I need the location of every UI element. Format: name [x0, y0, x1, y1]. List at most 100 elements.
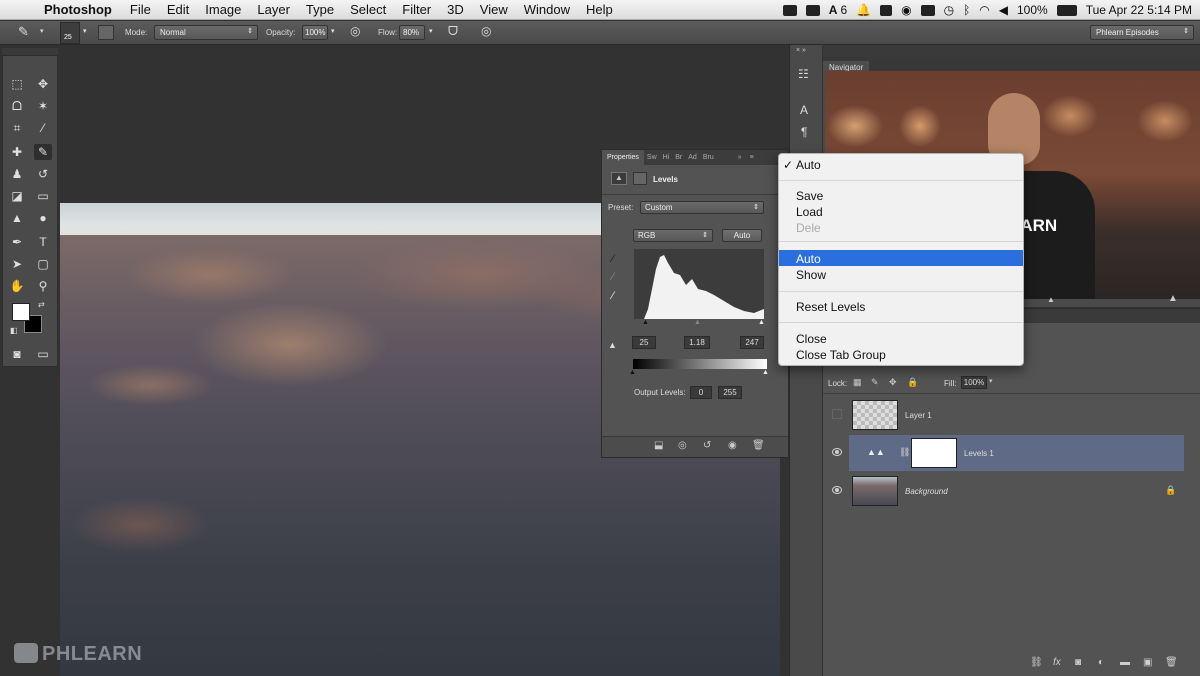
menu-item-save[interactable]: Save [796, 189, 823, 203]
tabs-overflow-icon[interactable]: » [735, 154, 745, 161]
eyedropper-tool-icon[interactable]: ⁄ [34, 120, 52, 136]
fill-slider-arrow-icon[interactable]: ▾ [989, 377, 993, 385]
menu-select[interactable]: Select [342, 2, 394, 17]
fill-input[interactable]: 100% [961, 376, 987, 389]
grid-icon[interactable] [805, 4, 820, 16]
input-white-field[interactable]: 247 [740, 336, 764, 349]
pressure-opacity-icon[interactable]: ◎ [350, 24, 360, 38]
mask-icon[interactable] [633, 172, 647, 185]
swap-colors-icon[interactable]: ⇄ [38, 300, 45, 309]
zoom-tool-icon[interactable]: ⚲ [34, 278, 52, 294]
brush-picker-arrow-icon[interactable]: ▾ [83, 27, 87, 35]
menu-item-reset-levels[interactable]: Reset Levels [796, 300, 865, 314]
character-panel-icon[interactable]: A [800, 103, 808, 117]
preset-select[interactable]: Custom ⇕ [640, 201, 764, 214]
new-layer-icon[interactable]: ▣ [1143, 657, 1152, 668]
visibility-eye-icon[interactable] [832, 448, 842, 456]
link-layers-icon[interactable]: ⛓ [1030, 657, 1043, 668]
stamp-tool-icon[interactable]: ♟ [8, 166, 26, 182]
menu-help[interactable]: Help [578, 2, 621, 17]
tab-histogram[interactable]: Hi [660, 154, 673, 161]
menu-app-photoshop[interactable]: Photoshop [38, 2, 122, 17]
opacity-slider-arrow-icon[interactable]: ▾ [331, 27, 335, 35]
menu-item-auto-2[interactable]: Auto [796, 252, 821, 266]
mode-select[interactable]: Normal ⇕ [154, 25, 258, 40]
tool-preset-arrow-icon[interactable]: ▾ [40, 27, 44, 35]
shape-tool-icon[interactable]: ▢ [34, 256, 52, 272]
menu-edit[interactable]: Edit [159, 2, 197, 17]
workspace-select[interactable]: Phlearn Episodes ⇕ [1090, 25, 1194, 40]
adobe-icon[interactable]: A [829, 3, 838, 17]
marquee-tool-icon[interactable]: ⬚ [8, 76, 26, 92]
lock-position-icon[interactable]: ✥ [889, 377, 897, 388]
gray-point-eyedropper-icon[interactable]: ⁄ [612, 271, 614, 283]
menu-filter[interactable]: Filter [394, 2, 439, 17]
menu-view[interactable]: View [472, 2, 516, 17]
view-previous-icon[interactable]: ◎ [678, 440, 687, 451]
adjustment-layer-icon[interactable]: ◐ [1098, 657, 1104, 668]
airplay-icon[interactable] [920, 4, 935, 16]
tab-brush-presets[interactable]: Bru [700, 154, 717, 161]
pressure-size-icon[interactable]: ◎ [481, 24, 491, 38]
type-tool-icon[interactable]: T [34, 234, 52, 250]
healing-brush-icon[interactable]: ✚ [8, 144, 26, 160]
input-gamma-field[interactable]: 1.18 [684, 336, 710, 349]
brush-tool-icon[interactable]: ✎ [34, 144, 52, 160]
menu-item-close-tab-group[interactable]: Close Tab Group [796, 348, 886, 362]
layer-row-levels-1[interactable]: ▲▲ ⛓ Levels 1 [832, 435, 1184, 471]
dropbox-icon[interactable] [880, 4, 893, 16]
pen-tool-icon[interactable]: ✒ [8, 234, 26, 250]
add-mask-icon[interactable]: ◙ [1075, 657, 1081, 668]
brush-panel-toggle-icon[interactable] [98, 25, 114, 40]
input-black-slider-icon[interactable]: ▲ [642, 319, 649, 326]
path-selection-icon[interactable]: ➤ [8, 256, 26, 272]
menu-window[interactable]: Window [516, 2, 578, 17]
menu-item-close[interactable]: Close [796, 332, 827, 346]
tab-adjustments[interactable]: Ad [685, 154, 700, 161]
clock[interactable]: Tue Apr 22 5:14 PM [1086, 3, 1192, 17]
move-tool-icon[interactable]: ✥ [34, 76, 52, 92]
tab-properties[interactable]: Properties [602, 150, 644, 165]
lock-transparent-icon[interactable]: ▦ [853, 377, 862, 388]
delete-layer-icon[interactable]: 🗑 [1165, 657, 1178, 668]
blur-tool-icon[interactable]: ▲ [8, 210, 26, 226]
menu-item-auto[interactable]: Auto [796, 158, 821, 172]
magic-wand-icon[interactable]: ✶ [34, 98, 52, 114]
menu-file[interactable]: File [122, 2, 159, 17]
visibility-eye-icon[interactable]: ◉ [728, 440, 737, 451]
hand-tool-icon[interactable]: ✋ [8, 278, 26, 294]
tab-swatches[interactable]: Sw [644, 154, 660, 161]
navigator-zoom-out-icon[interactable]: ▲ [1047, 295, 1055, 304]
flow-input[interactable]: 80% [399, 25, 425, 40]
clipping-warning-icon[interactable]: ▲ [608, 340, 617, 350]
history-brush-icon[interactable]: ↺ [34, 166, 52, 182]
menu-item-show[interactable]: Show [796, 268, 826, 282]
airbrush-icon[interactable]: ᗜ [448, 24, 458, 39]
brush-tool-icon[interactable]: ✎ [18, 24, 29, 40]
input-black-field[interactable]: 25 [632, 336, 656, 349]
gradient-tool-icon[interactable]: ▭ [34, 188, 52, 204]
output-black-field[interactable]: 0 [690, 386, 712, 399]
flow-slider-arrow-icon[interactable]: ▾ [429, 27, 433, 35]
bell-icon[interactable]: 🔔 [856, 3, 871, 17]
lasso-tool-icon[interactable]: ᗝ [8, 98, 26, 114]
collapse-arrows-icon[interactable]: × » [796, 47, 806, 54]
dodge-tool-icon[interactable]: ● [34, 210, 52, 226]
crop-tool-icon[interactable]: ⌗ [8, 120, 26, 136]
white-point-eyedropper-icon[interactable]: ⁄ [612, 290, 614, 302]
layer-style-fx-icon[interactable]: fx [1053, 657, 1061, 668]
time-machine-icon[interactable]: ◷ [944, 3, 954, 17]
sync-icon[interactable]: ◉ [901, 3, 911, 17]
new-group-icon[interactable]: ▬ [1120, 657, 1130, 668]
bluetooth-icon[interactable]: ᛒ [963, 3, 970, 17]
battery-icon[interactable] [1056, 4, 1077, 16]
output-black-slider-icon[interactable]: ▲ [629, 369, 636, 376]
output-white-slider-icon[interactable]: ▲ [762, 369, 769, 376]
panel-menu-icon[interactable]: ≡ [747, 154, 757, 161]
opacity-input[interactable]: 100% [302, 25, 328, 40]
black-point-eyedropper-icon[interactable]: ⁄ [612, 253, 614, 265]
paragraph-panel-icon[interactable]: ¶ [801, 125, 807, 139]
visibility-eye-icon[interactable] [832, 486, 842, 494]
layer-row-layer-1[interactable]: Layer 1 [832, 397, 1184, 433]
wifi-icon[interactable]: ◠ [979, 3, 989, 17]
